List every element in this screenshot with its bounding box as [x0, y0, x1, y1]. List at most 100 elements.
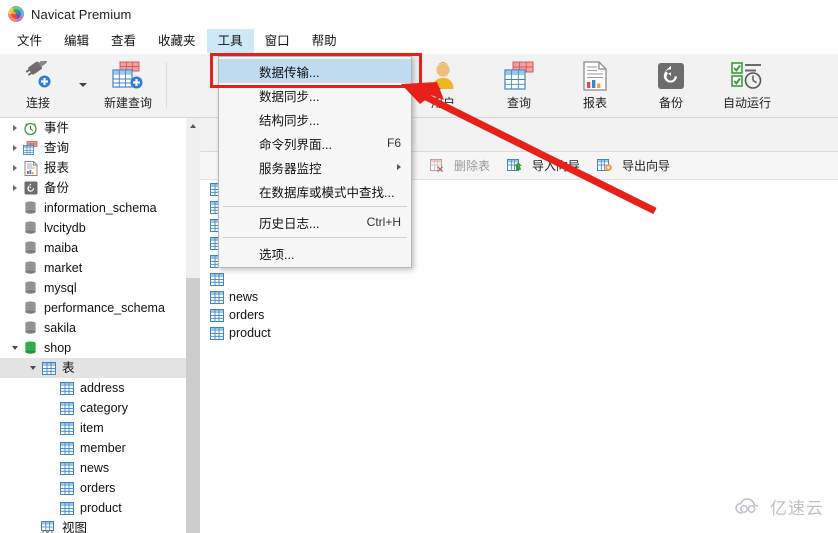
- object-list-item[interactable]: product: [200, 324, 838, 342]
- object-list-item-label: product: [229, 326, 271, 340]
- backup-icon: [657, 60, 685, 92]
- tree-item-performance_schema[interactable]: performance_schema: [0, 298, 200, 318]
- submenu-chevron-icon: [397, 164, 401, 170]
- tools-menu-item-4[interactable]: 命令列界面... F6: [219, 131, 411, 155]
- menu-help[interactable]: 帮助: [301, 29, 348, 53]
- tree-item-product[interactable]: product: [0, 498, 200, 518]
- tree-item-item[interactable]: item: [0, 418, 200, 438]
- tree-item-category[interactable]: category: [0, 398, 200, 418]
- connection-tree[interactable]: 事件 查询 报表 备份 information_schema lvcitydb …: [0, 118, 200, 533]
- tree-item-label: category: [80, 401, 128, 415]
- tools-menu-item-8[interactable]: 选项...: [219, 241, 411, 265]
- tree-item-label: member: [80, 441, 126, 455]
- database-icon: [22, 300, 39, 316]
- tree-item-orders[interactable]: orders: [0, 478, 200, 498]
- tree-item-sakila[interactable]: sakila: [0, 318, 200, 338]
- table-icon: [58, 480, 75, 496]
- connection-dropdown-caret[interactable]: [76, 54, 90, 116]
- tree-item-label: mysql: [44, 281, 77, 295]
- tree-twisty-none: [26, 518, 40, 533]
- table-icon: [208, 307, 225, 323]
- tree-item-label: 查询: [44, 141, 70, 155]
- table-icon: [58, 420, 75, 436]
- menu-favorites[interactable]: 收藏夹: [147, 29, 207, 53]
- object-toolbar-label: 导入向导: [532, 159, 581, 173]
- scrollbar-thumb[interactable]: [186, 278, 200, 533]
- object-list-item[interactable]: news: [200, 288, 838, 306]
- tree-twisty-right-icon[interactable]: [8, 178, 22, 198]
- tree-item-表[interactable]: 表: [0, 358, 186, 378]
- tree-item-mysql[interactable]: mysql: [0, 278, 200, 298]
- table-icon: [58, 460, 75, 476]
- tree-item-报表[interactable]: 报表: [0, 158, 200, 178]
- toolbar-button-2[interactable]: 新建查询: [90, 54, 166, 116]
- tree-twisty-down-icon[interactable]: [26, 358, 40, 378]
- menu-separator: [223, 206, 407, 207]
- object-list-item[interactable]: [200, 270, 838, 288]
- scroll-up-button[interactable]: [186, 118, 200, 133]
- toolbar-button-label: 用户: [430, 96, 455, 110]
- tree-twisty-right-icon[interactable]: [8, 158, 22, 178]
- toolbar-button-label: 新建查询: [103, 96, 152, 110]
- object-toolbar-3[interactable]: 导出向导: [588, 155, 678, 176]
- tools-menu-item-label: 服务器监控: [259, 161, 322, 176]
- tools-menu-item-7[interactable]: 历史日志... Ctrl+H: [219, 210, 411, 234]
- tree-twisty-none: [8, 198, 22, 218]
- tree-item-news[interactable]: news: [0, 458, 200, 478]
- menu-window[interactable]: 窗口: [254, 29, 301, 53]
- object-toolbar-2[interactable]: 导入向导: [498, 155, 588, 176]
- tree-twisty-right-icon[interactable]: [8, 138, 22, 158]
- tree-item-查询[interactable]: 查询: [0, 138, 200, 158]
- tree-twisty-none: [8, 318, 22, 338]
- tree-item-备份[interactable]: 备份: [0, 178, 200, 198]
- tree-item-address[interactable]: address: [0, 378, 200, 398]
- toolbar-button-7[interactable]: 备份: [633, 54, 709, 116]
- connection-plug-icon: [20, 60, 56, 92]
- tools-dropdown-menu[interactable]: 数据传输... 数据同步... 结构同步... 命令列界面... F6 服务器监控在数据库…: [218, 56, 412, 268]
- toolbar-button-5[interactable]: 查询: [481, 54, 557, 116]
- tree-item-lvcitydb[interactable]: lvcitydb: [0, 218, 200, 238]
- tree-item-member[interactable]: member: [0, 438, 200, 458]
- toolbar-button-6[interactable]: 报表: [557, 54, 633, 116]
- menu-file[interactable]: 文件: [6, 29, 53, 53]
- tree-twisty-none: [8, 258, 22, 278]
- database-icon: [22, 260, 39, 276]
- tools-menu-item-5[interactable]: 服务器监控: [219, 155, 411, 179]
- toolbar-button-4[interactable]: 用户: [405, 54, 481, 116]
- tools-menu-item-shortcut: Ctrl+H: [366, 215, 401, 229]
- view-icon: [40, 520, 57, 533]
- tools-menu-item-1[interactable]: 数据传输...: [219, 59, 411, 83]
- tree-item-market[interactable]: market: [0, 258, 200, 278]
- tree-item-maiba[interactable]: maiba: [0, 238, 200, 258]
- tree-twisty-none: [44, 498, 58, 518]
- tree-twisty-down-icon[interactable]: [8, 338, 22, 358]
- menu-edit[interactable]: 编辑: [53, 29, 100, 53]
- delete-table-icon: [428, 158, 445, 174]
- menu-tools[interactable]: 工具: [206, 28, 254, 53]
- tree-item-视图[interactable]: 视图: [0, 518, 200, 533]
- object-toolbar-label: 导出向导: [622, 159, 671, 173]
- menu-separator: [223, 237, 407, 238]
- tree-item-事件[interactable]: 事件: [0, 118, 200, 138]
- tree-item-label: product: [80, 501, 122, 515]
- tree-item-shop[interactable]: shop: [0, 338, 200, 358]
- tree-scrollbar[interactable]: [186, 118, 200, 533]
- object-list-item[interactable]: orders: [200, 306, 838, 324]
- toolbar-button-1[interactable]: 连接: [0, 54, 76, 116]
- query-grid-icon: [22, 140, 39, 156]
- menu-view[interactable]: 查看: [100, 29, 147, 53]
- new-query-icon: [111, 60, 145, 92]
- tools-menu-item-3[interactable]: 结构同步...: [219, 107, 411, 131]
- navicat-logo-icon: [8, 6, 24, 22]
- tools-menu-item-2[interactable]: 数据同步...: [219, 83, 411, 107]
- report-document-icon: [582, 60, 608, 92]
- tree-item-information_schema[interactable]: information_schema: [0, 198, 200, 218]
- toolbar-button-8[interactable]: 自动运行: [709, 54, 785, 116]
- database-icon: [22, 280, 39, 296]
- event-clock-icon: [22, 120, 39, 136]
- tree-twisty-right-icon[interactable]: [8, 118, 22, 138]
- tree-twisty-none: [44, 458, 58, 478]
- tree-item-label: item: [80, 421, 104, 435]
- tree-item-label: information_schema: [44, 201, 157, 215]
- tools-menu-item-6[interactable]: 在数据库或模式中查找...: [219, 179, 411, 203]
